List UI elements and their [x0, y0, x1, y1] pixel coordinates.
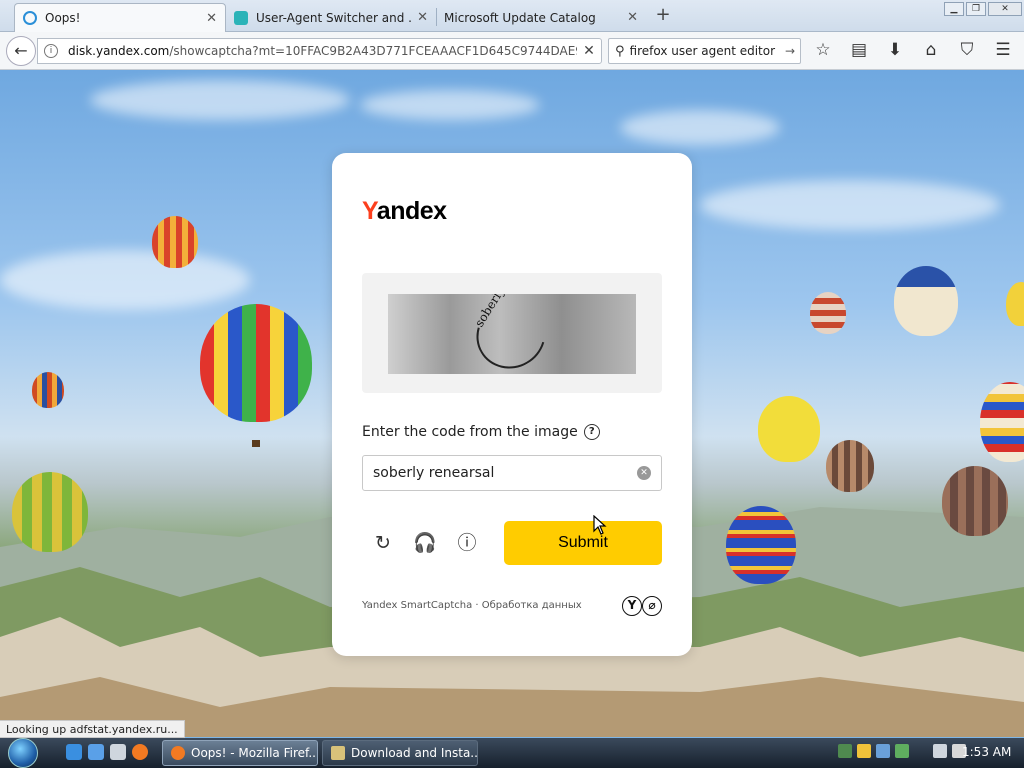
help-icon[interactable]: ? — [583, 424, 600, 440]
bookmarks-list-icon[interactable]: ▤ — [848, 40, 870, 60]
search-go-icon[interactable]: → — [780, 44, 800, 58]
tab-microsoft-update-catalog[interactable]: Microsoft Update Catalog ✕ — [436, 3, 646, 32]
window-controls: ▁ ❐ ✕ — [944, 2, 1022, 16]
captcha-answer-value[interactable]: soberly renearsal — [373, 465, 637, 481]
tab-user-agent-switcher[interactable]: User-Agent Switcher and ... ✕ — [226, 3, 436, 32]
taskbar-item-label: Download and Insta... — [351, 746, 478, 760]
security-tray-icon[interactable] — [857, 744, 871, 758]
installer-icon — [331, 746, 345, 760]
tab-label: Microsoft Update Catalog — [444, 10, 596, 25]
url-host: disk.yandex.com — [68, 44, 170, 58]
close-tab-icon[interactable]: ✕ — [417, 10, 428, 25]
balloon — [152, 216, 198, 268]
info-icon[interactable]: i — [44, 44, 58, 58]
navigation-bar: ← i disk.yandex.com/showcaptcha?mt=10FFA… — [0, 32, 1024, 70]
balloon — [12, 472, 88, 552]
firefox-icon[interactable] — [132, 744, 148, 760]
captcha-prompt-label: Enter the code from the image — [362, 424, 578, 440]
info-icon[interactable]: ⓘ — [454, 530, 480, 556]
switch-windows-icon[interactable] — [88, 744, 104, 760]
new-tab-button[interactable]: + — [652, 4, 674, 26]
taskbar-item-label: Oops! - Mozilla Firef... — [191, 746, 318, 760]
show-desktop-icon[interactable] — [110, 744, 126, 760]
quick-launch — [66, 744, 148, 760]
cloud — [360, 90, 540, 120]
downloads-icon[interactable]: ⬇ — [884, 40, 906, 60]
captcha-image-frame: soberly renearsal — [362, 273, 662, 393]
taskbar: Oops! - Mozilla Firef... Download and In… — [0, 738, 1024, 768]
close-tab-icon[interactable]: ✕ — [206, 11, 217, 26]
yandex-badge-icon: Y — [622, 596, 642, 616]
balloon-basket — [252, 440, 260, 447]
tab-label: Oops! — [45, 11, 81, 25]
pocket-icon[interactable]: ⛉ — [956, 40, 978, 60]
balloon — [810, 292, 846, 334]
captcha-card: Yandex soberly renearsal Enter the code … — [332, 153, 692, 656]
yandex-logo-initial: Y — [362, 197, 377, 225]
leaf-badge-icon: ⌀ — [642, 596, 662, 616]
update-tray-icon[interactable] — [876, 744, 890, 758]
restore-button[interactable]: ❐ — [966, 2, 986, 16]
yandex-logo: Yandex — [362, 197, 447, 226]
balloon — [1006, 282, 1024, 326]
bookmark-star-icon[interactable]: ☆ — [812, 40, 834, 60]
balloon — [758, 396, 820, 462]
extension-icon — [234, 10, 248, 25]
mouse-cursor-icon — [593, 515, 607, 535]
clock[interactable]: 1:53 AM — [962, 745, 1011, 759]
tray-spacer — [914, 744, 928, 758]
balloon — [980, 382, 1024, 462]
smartcaptcha-logo: Y ⌀ — [622, 596, 662, 616]
captcha-prompt: Enter the code from the image ? — [362, 424, 600, 440]
close-tab-icon[interactable]: ✕ — [627, 10, 638, 25]
balloon — [32, 372, 64, 408]
headphones-icon[interactable]: 🎧 — [412, 530, 438, 556]
cloud — [0, 250, 250, 310]
cloud — [620, 110, 780, 145]
cloud — [700, 180, 1000, 230]
yandex-logo-rest: andex — [376, 197, 447, 225]
app-tray-icon[interactable] — [895, 744, 909, 758]
tab-strip: Oops! ✕ User-Agent Switcher and ... ✕ Mi… — [0, 0, 1024, 32]
network-tray-icon[interactable] — [838, 744, 852, 758]
url-path: /showcaptcha?mt=10FFAC9B2A43D771FCEAAACF… — [169, 44, 577, 58]
stop-loading-icon[interactable]: ✕ — [577, 43, 601, 59]
url-text[interactable]: disk.yandex.com/showcaptcha?mt=10FFAC9B2… — [68, 44, 577, 58]
search-bar[interactable]: ⚲ firefox user agent editor → — [608, 38, 801, 64]
back-button[interactable]: ← — [6, 36, 36, 66]
balloon — [894, 266, 958, 336]
menu-icon[interactable]: ☰ — [992, 40, 1014, 60]
balloon — [942, 466, 1008, 536]
captcha-footer[interactable]: Yandex SmartCaptcha · Обработка данных — [362, 600, 582, 611]
taskbar-item-firefox[interactable]: Oops! - Mozilla Firef... — [162, 740, 318, 766]
cloud — [90, 80, 350, 120]
captcha-image: soberly renearsal — [388, 294, 636, 374]
home-icon[interactable]: ⌂ — [920, 40, 942, 60]
start-button[interactable] — [8, 738, 46, 768]
balloon — [200, 304, 312, 422]
loading-icon — [23, 11, 37, 25]
refresh-icon[interactable]: ↻ — [370, 530, 396, 556]
internet-explorer-icon[interactable] — [66, 744, 82, 760]
captcha-answer-input[interactable]: soberly renearsal ✕ — [362, 455, 662, 491]
taskbar-item-download[interactable]: Download and Insta... — [322, 740, 478, 766]
firefox-icon — [171, 746, 185, 760]
clear-input-icon[interactable]: ✕ — [637, 466, 651, 480]
balloon — [826, 440, 874, 492]
submit-button[interactable]: Submit — [504, 521, 662, 565]
minimize-button[interactable]: ▁ — [944, 2, 964, 16]
url-bar[interactable]: i disk.yandex.com/showcaptcha?mt=10FFAC9… — [37, 38, 602, 64]
tab-oops[interactable]: Oops! ✕ — [14, 3, 226, 32]
tab-label: User-Agent Switcher and ... — [256, 10, 412, 25]
windows-logo-icon — [8, 738, 38, 768]
close-window-button[interactable]: ✕ — [988, 2, 1022, 16]
toolbar-icons: ☆ ▤ ⬇ ⌂ ⛉ ☰ — [812, 40, 1014, 60]
balloon — [726, 506, 796, 584]
status-bar: Looking up adfstat.yandex.ru... — [0, 720, 185, 738]
search-input[interactable]: firefox user agent editor — [630, 44, 780, 58]
search-icon: ⚲ — [615, 43, 625, 59]
captcha-distortion-curve — [464, 294, 558, 374]
system-tray — [838, 744, 966, 758]
monitor-tray-icon[interactable] — [933, 744, 947, 758]
